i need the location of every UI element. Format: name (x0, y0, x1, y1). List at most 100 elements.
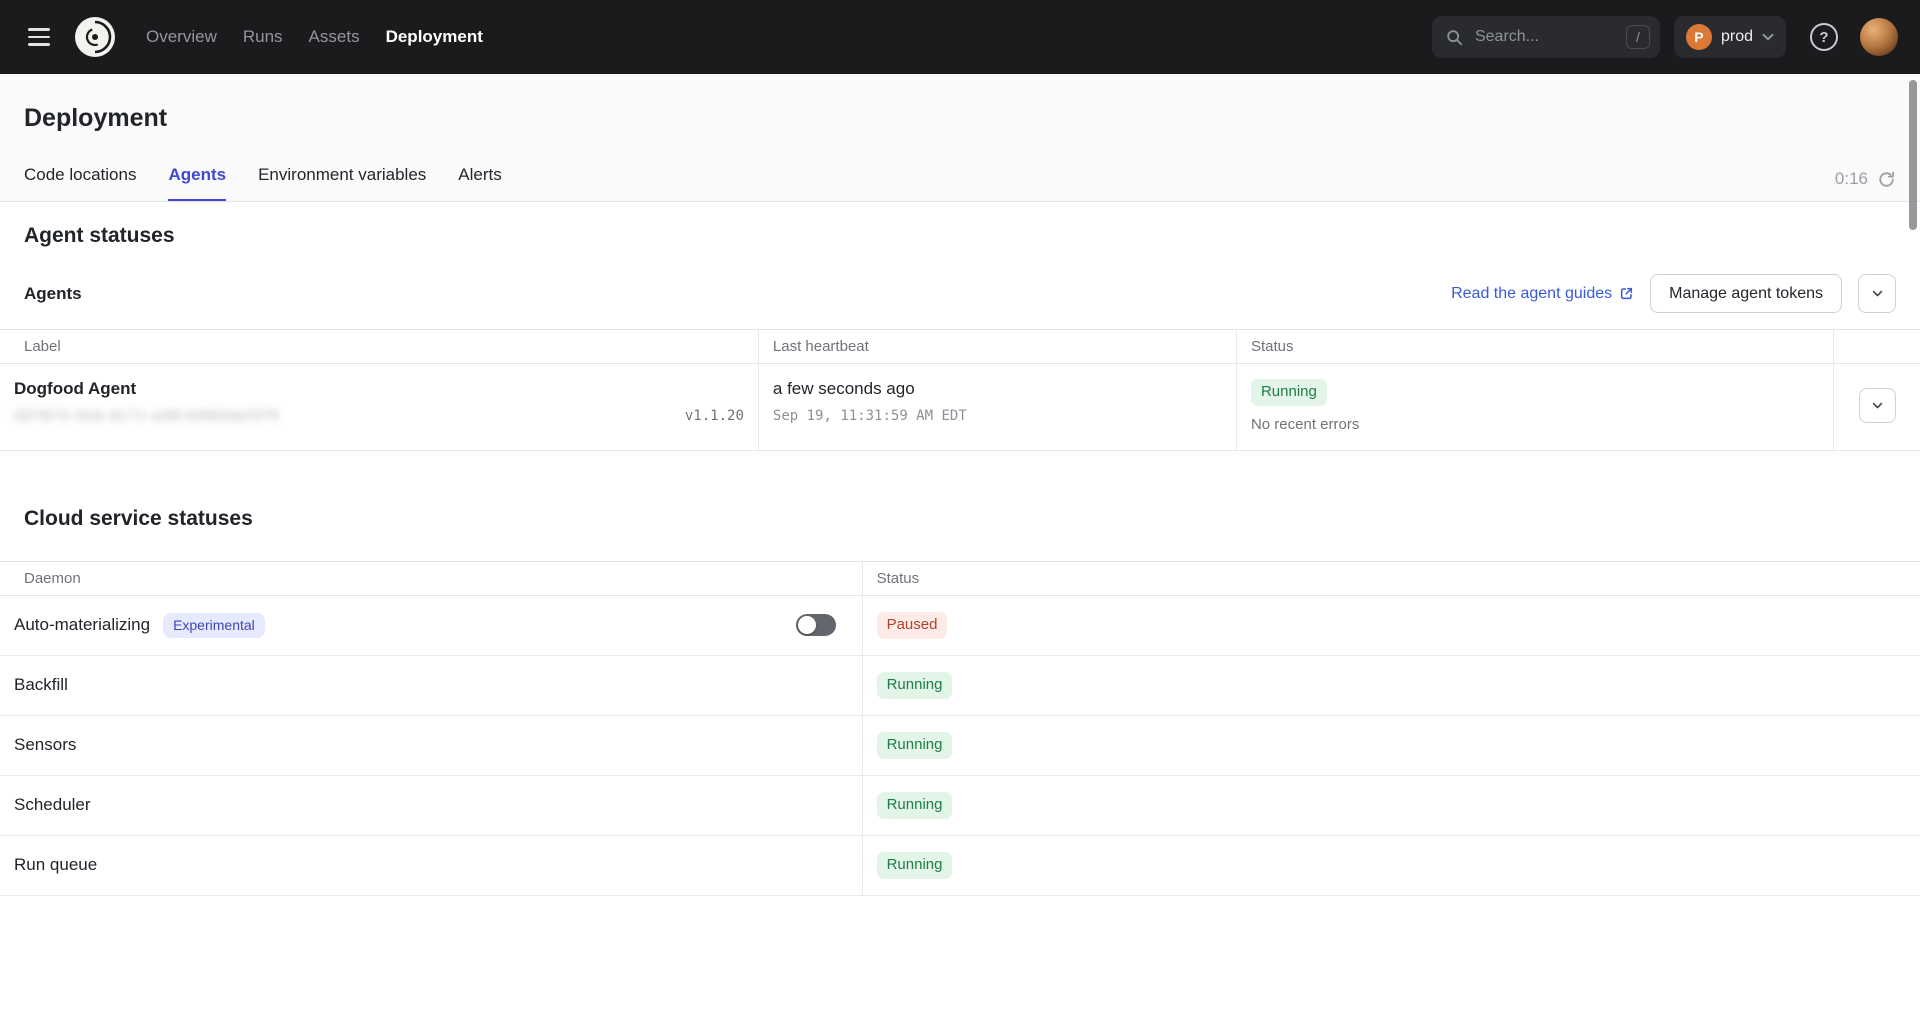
cloud-services-table: Daemon Status Auto-materializing Experim… (0, 561, 1920, 896)
menu-button[interactable] (22, 22, 56, 52)
agent-sub-row: 337873-31b-4171-a38-b3903a2375 v1.1.20 (14, 407, 744, 424)
refresh-timer: 0:16 (1835, 169, 1868, 189)
primary-nav: Overview Runs Assets Deployment (146, 27, 483, 47)
refresh-icon (1877, 170, 1896, 189)
scrollbar-thumb[interactable] (1909, 80, 1917, 230)
column-header-status: Status (862, 561, 1920, 595)
user-avatar[interactable] (1860, 18, 1898, 56)
services-table-header-row: Daemon Status (0, 561, 1920, 595)
nav-item-overview[interactable]: Overview (146, 27, 217, 47)
service-row-run-queue: Run queue Running (0, 835, 1920, 895)
tab-alerts[interactable]: Alerts (458, 165, 501, 201)
agent-actions-cell (1834, 364, 1920, 451)
search-box[interactable]: / (1432, 16, 1660, 58)
service-row-scheduler: Scheduler Running (0, 775, 1920, 835)
chevron-down-icon (1872, 290, 1883, 297)
auto-materializing-toggle[interactable] (796, 614, 836, 636)
tab-code-locations[interactable]: Code locations (24, 165, 136, 201)
agent-heartbeat-cell: a few seconds ago Sep 19, 11:31:59 AM ED… (758, 364, 1236, 451)
hamburger-bar (28, 28, 50, 31)
dagster-logo[interactable] (70, 12, 120, 62)
refresh-control[interactable]: 0:16 (1835, 169, 1896, 197)
column-header-label: Label (0, 330, 758, 364)
tab-agents[interactable]: Agents (168, 165, 226, 201)
service-status-cell: Running (862, 775, 1920, 835)
service-status-badge: Running (877, 852, 953, 879)
service-status-cell: Running (862, 715, 1920, 775)
service-status-cell: Running (862, 835, 1920, 895)
deployment-switcher[interactable]: P prod (1674, 16, 1786, 58)
nav-item-assets[interactable]: Assets (309, 27, 360, 47)
agents-table: Label Last heartbeat Status Dogfood Agen… (0, 329, 1920, 451)
column-header-actions (1834, 330, 1920, 364)
agent-statuses-heading: Agent statuses (24, 224, 1896, 248)
tab-bar: Code locations Agents Environment variab… (24, 165, 1835, 201)
agent-id-redacted: 337873-31b-4171-a38-b3903a2375 (14, 407, 280, 423)
heartbeat-relative: a few seconds ago (773, 379, 1222, 399)
service-status-badge: Paused (877, 612, 948, 639)
service-status-badge: Running (877, 792, 953, 819)
manage-agent-tokens-button[interactable]: Manage agent tokens (1650, 274, 1842, 313)
service-row-auto-materializing: Auto-materializing Experimental Paused (0, 595, 1920, 655)
agent-tokens-menu-button[interactable] (1858, 274, 1896, 313)
service-row-backfill: Backfill Running (0, 655, 1920, 715)
agents-toolbar-actions: Read the agent guides Manage agent token… (1451, 274, 1896, 313)
daemon-cell: Backfill (0, 655, 862, 715)
agents-subheading: Agents (24, 284, 82, 304)
daemon-cell: Run queue (0, 835, 862, 895)
daemon-name: Sensors (14, 735, 76, 755)
nav-item-deployment[interactable]: Deployment (386, 27, 483, 47)
daemon-cell: Sensors (0, 715, 862, 775)
service-status-badge: Running (877, 732, 953, 759)
search-shortcut-hint: / (1626, 25, 1650, 49)
help-button[interactable]: ? (1810, 23, 1838, 51)
agents-toolbar: Agents Read the agent guides Manage agen… (0, 248, 1920, 329)
hamburger-bar (28, 36, 50, 39)
service-row-sensors: Sensors Running (0, 715, 1920, 775)
deployment-name: prod (1721, 28, 1753, 46)
tab-environment-variables[interactable]: Environment variables (258, 165, 426, 201)
agent-row-expand-button[interactable] (1859, 388, 1896, 423)
top-navigation: Overview Runs Assets Deployment / P prod… (0, 0, 1920, 74)
agent-status-note: No recent errors (1251, 416, 1819, 433)
search-input[interactable] (1473, 27, 1616, 47)
chevron-down-icon (1762, 33, 1774, 41)
nav-item-runs[interactable]: Runs (243, 27, 283, 47)
agent-name: Dogfood Agent (14, 379, 744, 399)
agent-status-cell: Running No recent errors (1236, 364, 1833, 451)
experimental-badge: Experimental (163, 613, 265, 639)
agent-status-badge: Running (1251, 379, 1327, 406)
agent-label-cell: Dogfood Agent 337873-31b-4171-a38-b3903a… (0, 364, 758, 451)
question-mark-icon: ? (1819, 29, 1828, 46)
page-header: Deployment Code locations Agents Environ… (0, 74, 1920, 202)
daemon-name: Run queue (14, 855, 97, 875)
dagster-logo-icon (72, 14, 118, 60)
toggle-knob (798, 616, 816, 634)
daemon-name: Scheduler (14, 795, 91, 815)
agent-row: Dogfood Agent 337873-31b-4171-a38-b3903a… (0, 364, 1920, 451)
column-header-status: Status (1236, 330, 1833, 364)
daemon-name: Backfill (14, 675, 68, 695)
daemon-cell: Scheduler (0, 775, 862, 835)
heartbeat-timestamp: Sep 19, 11:31:59 AM EDT (773, 408, 1222, 424)
service-status-cell: Running (862, 655, 1920, 715)
daemon-name: Auto-materializing (14, 615, 150, 635)
column-header-daemon: Daemon (0, 561, 862, 595)
agents-table-header-row: Label Last heartbeat Status (0, 330, 1920, 364)
chevron-down-icon (1872, 402, 1883, 409)
service-status-badge: Running (877, 672, 953, 699)
service-status-cell: Paused (862, 595, 1920, 655)
agent-guides-link-label: Read the agent guides (1451, 285, 1612, 303)
external-link-icon (1619, 286, 1634, 301)
deployment-initial-badge: P (1686, 24, 1712, 50)
hamburger-bar (28, 43, 50, 46)
column-header-last-heartbeat: Last heartbeat (758, 330, 1236, 364)
tab-bar-row: Code locations Agents Environment variab… (24, 165, 1896, 201)
agent-version: v1.1.20 (685, 408, 744, 424)
search-icon (1446, 29, 1463, 46)
agent-guides-link[interactable]: Read the agent guides (1451, 285, 1634, 303)
page-title: Deployment (24, 104, 1896, 133)
cloud-service-statuses-heading: Cloud service statuses (24, 507, 1896, 531)
main-content: Agent statuses Agents Read the agent gui… (0, 224, 1920, 896)
daemon-cell: Auto-materializing Experimental (0, 595, 862, 655)
